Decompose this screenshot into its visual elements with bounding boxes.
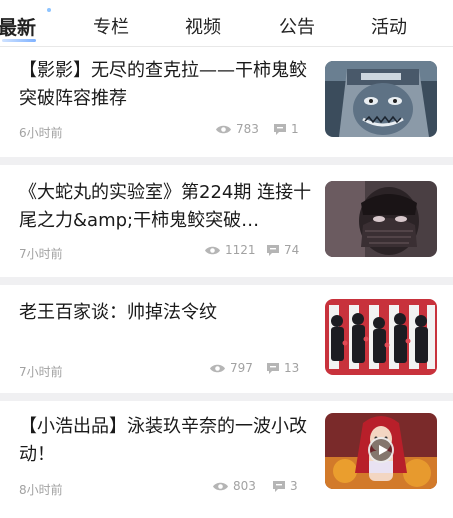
tab-columns[interactable]: 专栏: [93, 13, 129, 39]
article-time: 6小时前: [19, 126, 63, 140]
card-separator: [0, 393, 453, 401]
masked-ninja-thumbnail: [325, 181, 437, 257]
view-count: 1121: [204, 243, 256, 257]
comment-bubble-icon: [266, 244, 280, 257]
view-count-value: 797: [230, 361, 253, 375]
article-time: 8小时前: [19, 483, 63, 497]
article-time: 7小时前: [19, 247, 63, 261]
comment-count: 3: [272, 479, 298, 493]
article-thumbnail: [325, 61, 437, 137]
eye-icon: [215, 124, 232, 135]
article-thumbnail: [325, 181, 437, 257]
article-card[interactable]: 【影影】无尽的查克拉——干柿鬼鲛突破阵容推荐 6小时前 783 1: [0, 47, 453, 157]
article-title: 《大蛇丸的实验室》第224期 连接十尾之力&amp;干柿鬼鲛突破…: [19, 182, 312, 231]
tab-sparkle-decoration: [47, 8, 51, 12]
article-card[interactable]: 《大蛇丸的实验室》第224期 连接十尾之力&amp;干柿鬼鲛突破… 7小时前 1…: [0, 165, 453, 277]
eye-icon: [204, 245, 221, 256]
view-count: 783: [215, 122, 259, 136]
comment-count: 74: [266, 243, 299, 257]
tab-announcements[interactable]: 公告: [279, 13, 315, 39]
comment-bubble-icon: [272, 480, 286, 493]
card-separator: [0, 157, 453, 165]
view-count-value: 1121: [225, 243, 256, 257]
comment-count-value: 3: [290, 479, 298, 493]
article-title: 【影影】无尽的查克拉——干柿鬼鲛突破阵容推荐: [19, 60, 307, 109]
tab-latest[interactable]: 最新: [0, 13, 36, 40]
play-icon[interactable]: [368, 437, 394, 463]
active-tab-indicator: [2, 39, 36, 42]
tab-bar: 最新 专栏 视频 公告 活动: [0, 0, 453, 47]
eye-icon: [209, 363, 226, 374]
article-card[interactable]: 老王百家谈：帅掉法令纹 7小时前 797 13: [0, 285, 453, 393]
article-card[interactable]: 【小浩出品】泳装玖辛奈的一波小改动！ 8小时前 803 3: [0, 401, 453, 518]
comment-count: 13: [266, 361, 299, 375]
view-count-value: 803: [233, 479, 256, 493]
article-title: 【小浩出品】泳装玖辛奈的一波小改动！: [19, 416, 307, 465]
comment-count-value: 13: [284, 361, 300, 375]
comment-count: 1: [273, 122, 299, 136]
article-title: 老王百家谈：帅掉法令纹: [19, 302, 217, 323]
view-count: 797: [209, 361, 253, 375]
article-time: 7小时前: [19, 365, 63, 379]
eye-icon: [212, 481, 229, 492]
view-count-value: 783: [236, 122, 259, 136]
comment-count-value: 74: [284, 243, 300, 257]
article-feed: 【影影】无尽的查克拉——干柿鬼鲛突破阵容推荐 6小时前 783 1 《大蛇丸的实…: [0, 47, 453, 518]
card-separator: [0, 277, 453, 285]
article-thumbnail: [325, 299, 437, 375]
comment-count-value: 1: [291, 122, 299, 136]
tab-events[interactable]: 活动: [371, 13, 407, 39]
character-lineup-thumbnail: [325, 299, 437, 375]
tab-videos[interactable]: 视频: [185, 13, 221, 39]
comment-bubble-icon: [273, 123, 287, 136]
article-thumbnail[interactable]: [325, 413, 437, 489]
comment-bubble-icon: [266, 362, 280, 375]
masked-ninja-thumbnail: [325, 61, 437, 137]
view-count: 803: [212, 479, 256, 493]
